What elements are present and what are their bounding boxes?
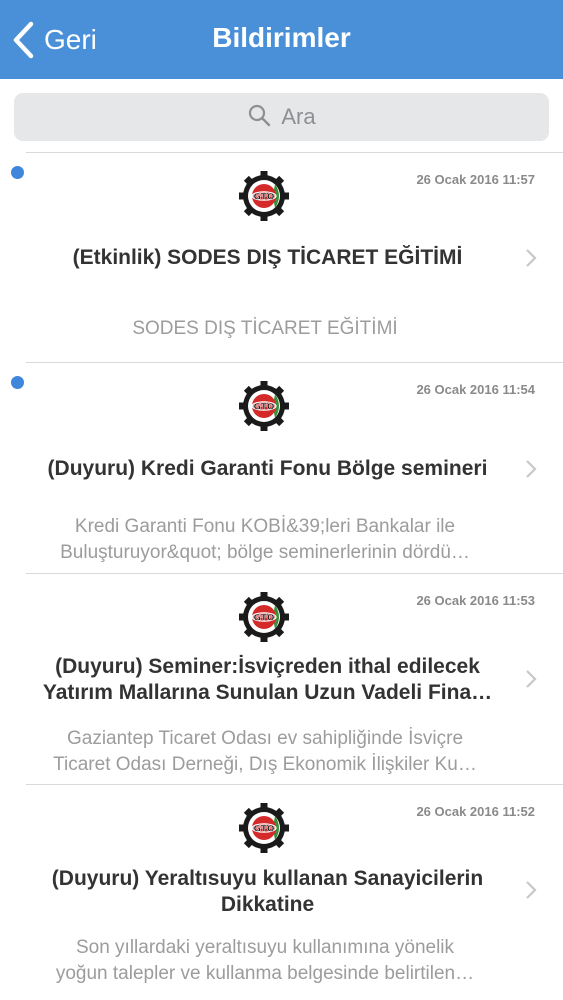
svg-text:GTO: GTO bbox=[253, 825, 274, 835]
chevron-right-icon bbox=[526, 881, 537, 899]
search-bar: Ara bbox=[0, 79, 563, 153]
svg-text:GTO: GTO bbox=[253, 193, 274, 203]
notification-description: SODES DIŞ TİCARET EĞİTİMİ bbox=[132, 318, 398, 339]
search-icon bbox=[247, 103, 271, 132]
notification-title: (Duyuru) Kredi Garanti Fonu Bölge semine… bbox=[47, 457, 488, 480]
chevron-right-icon bbox=[526, 670, 537, 688]
gto-logo-icon: GTO bbox=[239, 171, 289, 221]
notification-description: Gaziantep Ticaret Odası ev sahipliğinde … bbox=[53, 728, 477, 775]
notification-date: 26 Ocak 2016 11:54 bbox=[416, 382, 535, 397]
notification-title: (Duyuru) Yeraltısuyu kullanan Sanayicile… bbox=[51, 867, 484, 916]
notification-title: (Etkinlik) SODES DIŞ TİCARET EĞİTİMİ bbox=[72, 246, 463, 269]
notification-description: Son yıllardaki yeraltısuyu kullanımına y… bbox=[55, 937, 475, 984]
notification-item[interactable]: GTO 26 Ocak 2016 11:53 (Duyuru) Seminer:… bbox=[0, 574, 563, 785]
chevron-right-icon bbox=[526, 249, 537, 267]
notification-description: Kredi Garanti Fonu KOBİ&39;leri Bankalar… bbox=[60, 516, 470, 563]
notification-date: 26 Ocak 2016 11:52 bbox=[416, 804, 535, 819]
gto-logo-icon: GTO bbox=[239, 592, 289, 642]
unread-dot bbox=[11, 376, 24, 389]
notification-date: 26 Ocak 2016 11:53 bbox=[416, 593, 535, 608]
notification-date: 26 Ocak 2016 11:57 bbox=[416, 172, 535, 187]
unread-dot bbox=[11, 166, 24, 179]
notification-title: (Duyuru) Seminer:İsviçreden ithal edilec… bbox=[42, 655, 493, 704]
page-title: Bildirimler bbox=[212, 22, 351, 53]
chevron-right-icon bbox=[526, 460, 537, 478]
notification-item[interactable]: GTO 26 Ocak 2016 11:57 (Etkinlik) SODES … bbox=[0, 153, 563, 363]
notification-item[interactable]: GTO 26 Ocak 2016 11:54 (Duyuru) Kredi Ga… bbox=[0, 363, 563, 574]
search-input[interactable]: Ara bbox=[14, 93, 549, 141]
search-placeholder: Ara bbox=[281, 104, 316, 129]
svg-text:GTO: GTO bbox=[253, 614, 274, 624]
gto-logo-icon: GTO bbox=[239, 803, 289, 853]
svg-text:GTO: GTO bbox=[253, 403, 274, 413]
gto-logo-icon: GTO bbox=[239, 381, 289, 431]
navigation-bar: Geri Bildirimler bbox=[0, 0, 563, 79]
notification-item[interactable]: GTO 26 Ocak 2016 11:52 (Duyuru) Yeraltıs… bbox=[0, 785, 563, 1000]
